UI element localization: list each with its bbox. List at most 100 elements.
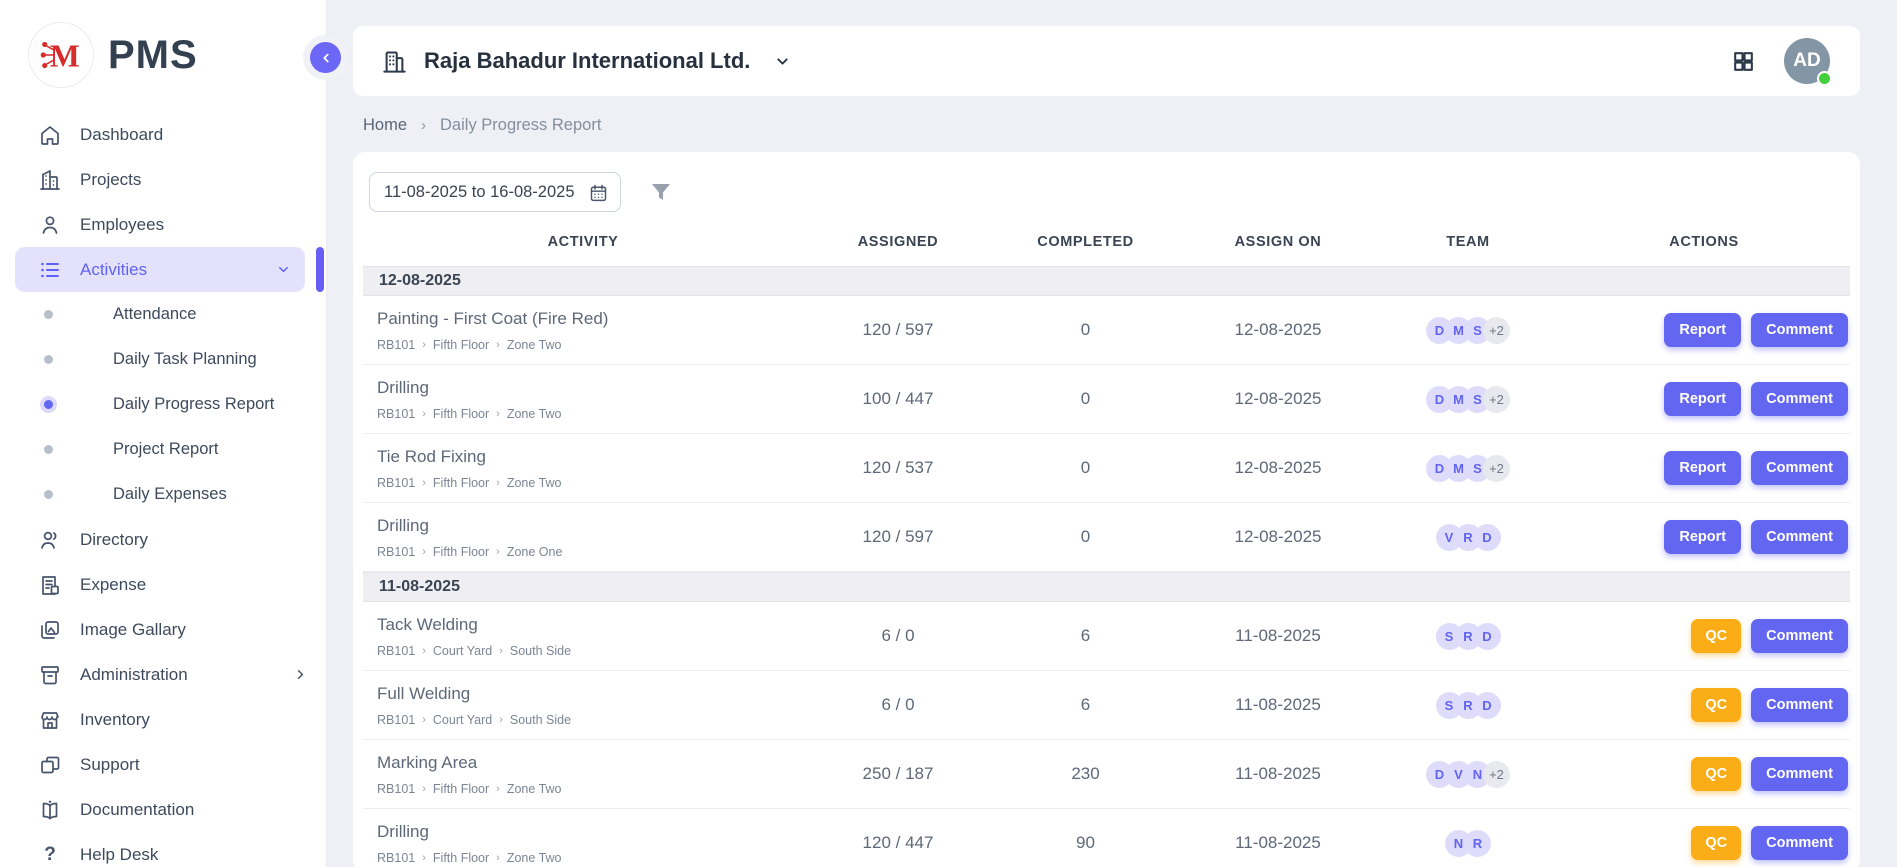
sidebar-item-expense[interactable]: Expense xyxy=(0,562,326,607)
team-overflow-badge[interactable]: +2 xyxy=(1483,317,1510,344)
sidebar-nav: Dashboard Projects Employees Activities … xyxy=(0,112,326,867)
sidebar-item-support[interactable]: Support xyxy=(0,742,326,787)
activity-path: RB101›Fifth Floor›Zone Two xyxy=(377,407,803,421)
qc-button[interactable]: QC xyxy=(1691,826,1741,860)
apps-grid-button[interactable] xyxy=(1731,49,1756,74)
path-chevron-icon: › xyxy=(496,339,500,351)
table-header-row: ACTIVITY ASSIGNED COMPLETED ASSIGN ON TE… xyxy=(363,234,1850,266)
team-avatars: DMS+2 xyxy=(1378,317,1558,344)
sidebar-item-directory[interactable]: Directory xyxy=(0,517,326,562)
assigned-value: 120 / 597 xyxy=(803,320,993,340)
column-header-activity: ACTIVITY xyxy=(363,234,803,250)
team-avatars: DMS+2 xyxy=(1378,455,1558,482)
comment-button[interactable]: Comment xyxy=(1751,382,1848,416)
progress-table: ACTIVITY ASSIGNED COMPLETED ASSIGN ON TE… xyxy=(363,234,1850,867)
sidebar-item-inventory[interactable]: Inventory xyxy=(0,697,326,742)
path-segment: Fifth Floor xyxy=(433,545,489,559)
row-actions: QC Comment xyxy=(1558,619,1850,653)
sidebar-subitem-daily-task-planning[interactable]: Daily Task Planning xyxy=(0,337,326,382)
activity-title: Full Welding xyxy=(377,684,803,704)
qc-button[interactable]: QC xyxy=(1691,619,1741,653)
path-chevron-icon: › xyxy=(499,645,503,657)
sidebar-item-label: Help Desk xyxy=(80,845,158,865)
assign-on-value: 11-08-2025 xyxy=(1178,626,1378,646)
sidebar-item-label: Dashboard xyxy=(80,125,163,145)
assign-on-value: 11-08-2025 xyxy=(1178,764,1378,784)
team-overflow-badge[interactable]: +2 xyxy=(1483,761,1510,788)
chevron-left-icon xyxy=(319,51,333,65)
top-header-bar: Raja Bahadur International Ltd. AD xyxy=(353,26,1860,96)
sidebar-item-dashboard[interactable]: Dashboard xyxy=(0,112,326,157)
team-overflow-badge[interactable]: +2 xyxy=(1483,455,1510,482)
report-card: 11-08-2025 to 16-08-2025 ACTIVITY ASSIGN… xyxy=(353,152,1860,867)
comment-button[interactable]: Comment xyxy=(1751,688,1848,722)
completed-value: 0 xyxy=(993,527,1178,547)
activity-title: Painting - First Coat (Fire Red) xyxy=(377,309,803,329)
sidebar-subitem-label: Attendance xyxy=(113,305,196,324)
path-segment: Fifth Floor xyxy=(433,851,489,865)
office-building-icon xyxy=(381,48,408,75)
completed-value: 0 xyxy=(993,320,1178,340)
sidebar-item-help-desk[interactable]: ? Help Desk xyxy=(0,832,326,867)
team-member-avatar[interactable]: D xyxy=(1474,623,1501,650)
report-button[interactable]: Report xyxy=(1664,520,1741,554)
comment-button[interactable]: Comment xyxy=(1751,619,1848,653)
report-button[interactable]: Report xyxy=(1664,382,1741,416)
row-actions: QC Comment xyxy=(1558,826,1850,860)
report-button[interactable]: Report xyxy=(1664,451,1741,485)
assigned-value: 120 / 537 xyxy=(803,458,993,478)
activity-path: RB101›Fifth Floor›Zone Two xyxy=(377,851,803,865)
svg-text:M: M xyxy=(50,39,80,74)
layers-icon xyxy=(38,753,62,777)
assigned-value: 6 / 0 xyxy=(803,626,993,646)
assigned-value: 120 / 447 xyxy=(803,833,993,853)
qc-button[interactable]: QC xyxy=(1691,757,1741,791)
path-segment: Zone Two xyxy=(507,338,562,352)
table-row: Painting - First Coat (Fire Red) RB101›F… xyxy=(363,296,1850,365)
team-member-avatar[interactable]: D xyxy=(1474,524,1501,551)
team-overflow-badge[interactable]: +2 xyxy=(1483,386,1510,413)
company-selector[interactable]: Raja Bahadur International Ltd. xyxy=(381,48,791,75)
breadcrumb: Home › Daily Progress Report xyxy=(363,116,1860,135)
team-member-avatar[interactable]: R xyxy=(1464,830,1491,857)
path-chevron-icon: › xyxy=(422,546,426,558)
path-segment: Zone Two xyxy=(507,476,562,490)
sidebar-item-administration[interactable]: Administration xyxy=(0,652,326,697)
sidebar-subitem-daily-expenses[interactable]: Daily Expenses xyxy=(0,472,326,517)
date-range-input[interactable]: 11-08-2025 to 16-08-2025 xyxy=(369,172,621,212)
comment-button[interactable]: Comment xyxy=(1751,520,1848,554)
sidebar-item-documentation[interactable]: Documentation xyxy=(0,787,326,832)
column-header-assigned: ASSIGNED xyxy=(803,234,993,250)
path-chevron-icon: › xyxy=(422,339,426,351)
sidebar-subitem-daily-progress-report[interactable]: Daily Progress Report xyxy=(0,382,326,427)
sidebar-item-employees[interactable]: Employees xyxy=(0,202,326,247)
comment-button[interactable]: Comment xyxy=(1751,313,1848,347)
team-avatars: NR xyxy=(1378,830,1558,857)
comment-button[interactable]: Comment xyxy=(1751,826,1848,860)
sidebar-item-activities[interactable]: Activities xyxy=(15,247,305,292)
activity-cell: Full Welding RB101›Court Yard›South Side xyxy=(363,684,803,727)
qc-button[interactable]: QC xyxy=(1691,688,1741,722)
sidebar-item-label: Employees xyxy=(80,215,164,235)
assigned-value: 100 / 447 xyxy=(803,389,993,409)
bullet-dot-icon xyxy=(44,490,53,499)
assign-on-value: 12-08-2025 xyxy=(1178,389,1378,409)
completed-value: 6 xyxy=(993,626,1178,646)
activity-path: RB101›Court Yard›South Side xyxy=(377,713,803,727)
sidebar-subitem-project-report[interactable]: Project Report xyxy=(0,427,326,472)
activity-cell: Painting - First Coat (Fire Red) RB101›F… xyxy=(363,309,803,352)
comment-button[interactable]: Comment xyxy=(1751,757,1848,791)
team-member-avatar[interactable]: D xyxy=(1474,692,1501,719)
sidebar-subitem-attendance[interactable]: Attendance xyxy=(0,292,326,337)
sidebar-item-projects[interactable]: Projects xyxy=(0,157,326,202)
user-avatar[interactable]: AD xyxy=(1784,38,1830,84)
avatar-initials: AD xyxy=(1793,50,1820,72)
sidebar-collapse-button[interactable] xyxy=(310,42,341,73)
breadcrumb-home-link[interactable]: Home xyxy=(363,116,407,135)
comment-button[interactable]: Comment xyxy=(1751,451,1848,485)
path-chevron-icon: › xyxy=(496,783,500,795)
filter-button[interactable] xyxy=(649,180,673,204)
report-button[interactable]: Report xyxy=(1664,313,1741,347)
sidebar-item-image-gallery[interactable]: Image Gallary xyxy=(0,607,326,652)
path-chevron-icon: › xyxy=(422,645,426,657)
